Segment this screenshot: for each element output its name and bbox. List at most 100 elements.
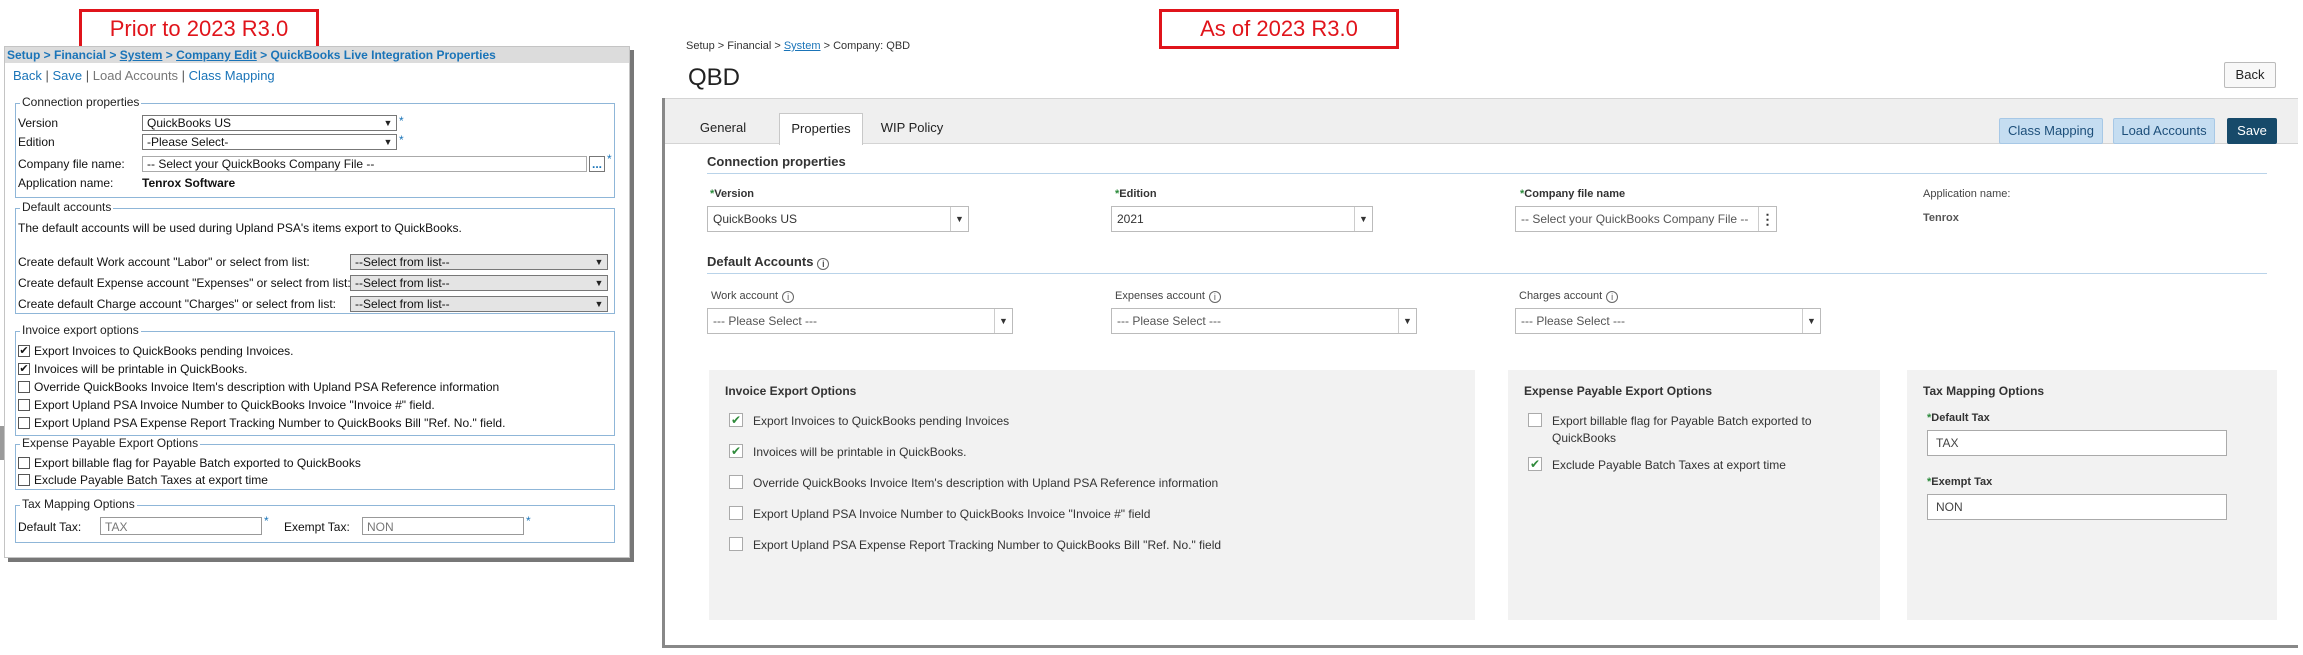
required-marker: * [607,152,612,166]
select-placeholder: --Select from list-- [355,276,450,290]
old-exempt-tax-input[interactable]: NON [362,517,524,535]
tab-bar: General Properties WIP Policy Class Mapp… [665,98,2298,145]
breadcrumb-system-link[interactable]: System [784,40,821,52]
class-mapping-button[interactable]: Class Mapping [1999,118,2103,144]
work-account-label: Create default Work account "Labor" or s… [18,255,310,269]
old-expense-account-select[interactable]: --Select from list-- ▼ [350,275,608,291]
breadcrumb-system-link[interactable]: System [120,48,163,62]
info-icon[interactable]: i [1606,291,1619,303]
invoice-opt3-label: Override QuickBooks Invoice Item's descr… [753,476,1219,490]
old-company-file-field[interactable]: -- Select your QuickBooks Company File -… [142,156,587,172]
chevron-down-icon: ▼ [994,309,1012,333]
company-file-label: *Company file name [1520,188,1625,200]
separator: | [41,68,53,83]
work-account-select[interactable]: --- Please Select --- ▼ [707,308,1013,334]
old-load-accounts-link[interactable]: Load Accounts [93,68,178,83]
application-name-label: Application name: [1923,188,2011,200]
old-properties-panel: Setup > Financial > System > Company Edi… [4,46,630,558]
old-back-link[interactable]: Back [13,68,42,83]
invoice-opt4-label: Export Upland PSA Invoice Number to Quic… [34,398,435,412]
expense-account-label: Create default Expense account "Expenses… [18,276,351,290]
old-invoice-opt5-checkbox[interactable] [18,417,30,429]
old-work-account-select[interactable]: --Select from list-- ▼ [350,254,608,270]
tab-properties[interactable]: Properties [779,113,863,145]
divider [707,173,2267,174]
old-charge-account-select[interactable]: --Select from list-- ▼ [350,296,608,312]
divider [707,273,2267,274]
old-class-mapping-link[interactable]: Class Mapping [189,68,275,83]
edition-select[interactable]: 2021 ▼ [1111,206,1373,232]
required-marker: * [399,133,404,147]
old-invoice-opt1-checkbox[interactable]: ✔ [18,345,30,357]
old-connection-fieldset: Connection properties Version QuickBooks… [15,95,615,198]
old-payable-opt1-checkbox[interactable] [18,457,30,469]
info-icon[interactable]: i [782,291,795,303]
company-file-value: -- Select your QuickBooks Company File -… [147,157,375,171]
invoice-opt1-checkbox[interactable]: ✔ [729,413,743,427]
exempt-tax-input[interactable]: NON [1927,494,2227,520]
old-default-accounts-fieldset: Default accounts The default accounts wi… [15,200,615,314]
breadcrumb-setup-financial[interactable]: Setup > Financial > [686,40,784,52]
charges-account-select[interactable]: --- Please Select --- ▼ [1515,308,1821,334]
edition-value: 2021 [1117,212,1144,226]
old-action-bar: Back | Save | Load Accounts | Class Mapp… [5,63,629,85]
more-options-icon[interactable]: ⋮ [1758,207,1776,231]
work-account-label-text: Work account [711,290,779,302]
breadcrumb-company-edit-link[interactable]: Company Edit [176,48,257,62]
invoice-opt4-checkbox[interactable] [729,506,743,520]
company-file-field[interactable]: -- Select your QuickBooks Company File -… [1515,206,1777,232]
chevron-down-icon: ▼ [594,257,604,267]
expenses-account-label-text: Expenses account [1115,290,1205,302]
old-save-link[interactable]: Save [53,68,83,83]
load-accounts-button[interactable]: Load Accounts [2113,118,2215,144]
connection-properties-heading: Connection properties [707,154,846,169]
application-name-value: Tenrox Software [142,176,236,190]
payable-opt2-checkbox[interactable]: ✔ [1528,457,1542,471]
old-invoice-opt4-checkbox[interactable] [18,399,30,411]
payable-opt1-checkbox[interactable] [1528,413,1542,427]
old-default-tax-input[interactable]: TAX [100,517,262,535]
tax-mapping-heading: Tax Mapping Options [1923,384,2045,398]
save-button[interactable]: Save [2227,118,2277,144]
old-invoice-opt3-checkbox[interactable] [18,381,30,393]
chevron-down-icon: ▼ [594,299,604,309]
old-payable-opt2-checkbox[interactable] [18,474,30,486]
old-edition-select[interactable]: -Please Select- ▼ [142,134,397,150]
invoice-opt2-checkbox[interactable]: ✔ [729,444,743,458]
chevron-down-icon: ▼ [1398,309,1416,333]
tab-wip-policy[interactable]: WIP Policy [873,113,951,145]
edition-value: -Please Select- [147,135,229,149]
info-icon[interactable]: i [817,258,830,270]
default-tax-label-text: Default Tax [1931,412,1990,424]
version-select[interactable]: QuickBooks US ▼ [707,206,969,232]
expenses-account-select[interactable]: --- Please Select --- ▼ [1111,308,1417,334]
select-placeholder: --- Please Select --- [1117,314,1222,328]
breadcrumb-setup-financial[interactable]: Setup > Financial > [7,48,120,62]
default-tax-label: *Default Tax [1927,412,1990,424]
exempt-tax-label: Exempt Tax: [284,520,350,534]
old-version-select[interactable]: QuickBooks US ▼ [142,115,397,131]
old-breadcrumb: Setup > Financial > System > Company Edi… [5,47,629,63]
invoice-opt5-label: Export Upland PSA Expense Report Trackin… [34,416,506,430]
version-value: QuickBooks US [713,212,798,226]
payable-opt1-label: Export billable flag for Payable Batch e… [34,456,361,470]
default-tax-input[interactable]: TAX [1927,430,2227,456]
chevron-down-icon: ▼ [383,137,393,147]
charges-account-label: Charges account i [1519,290,1619,303]
invoice-opt5-label: Export Upland PSA Expense Report Trackin… [753,538,1222,552]
required-marker: * [264,514,269,528]
invoice-opt4-label: Export Upland PSA Invoice Number to Quic… [753,507,1151,521]
old-invoice-opt2-checkbox[interactable]: ✔ [18,363,30,375]
payable-export-options-box: Expense Payable Export Options Export bi… [1508,370,1880,620]
back-button[interactable]: Back [2224,62,2276,88]
chevron-down-icon: ▼ [1354,207,1372,231]
charge-account-label: Create default Charge account "Charges" … [18,297,336,311]
tab-general[interactable]: General [687,113,759,145]
default-accounts-heading-text: Default Accounts [707,254,814,269]
invoice-opt3-checkbox[interactable] [729,475,743,489]
invoice-opt5-checkbox[interactable] [729,537,743,551]
browse-button[interactable]: ... [589,156,605,172]
chevron-down-icon: ▼ [1802,309,1820,333]
breadcrumb-current: > Company: QBD [820,40,911,52]
info-icon[interactable]: i [1208,291,1221,303]
